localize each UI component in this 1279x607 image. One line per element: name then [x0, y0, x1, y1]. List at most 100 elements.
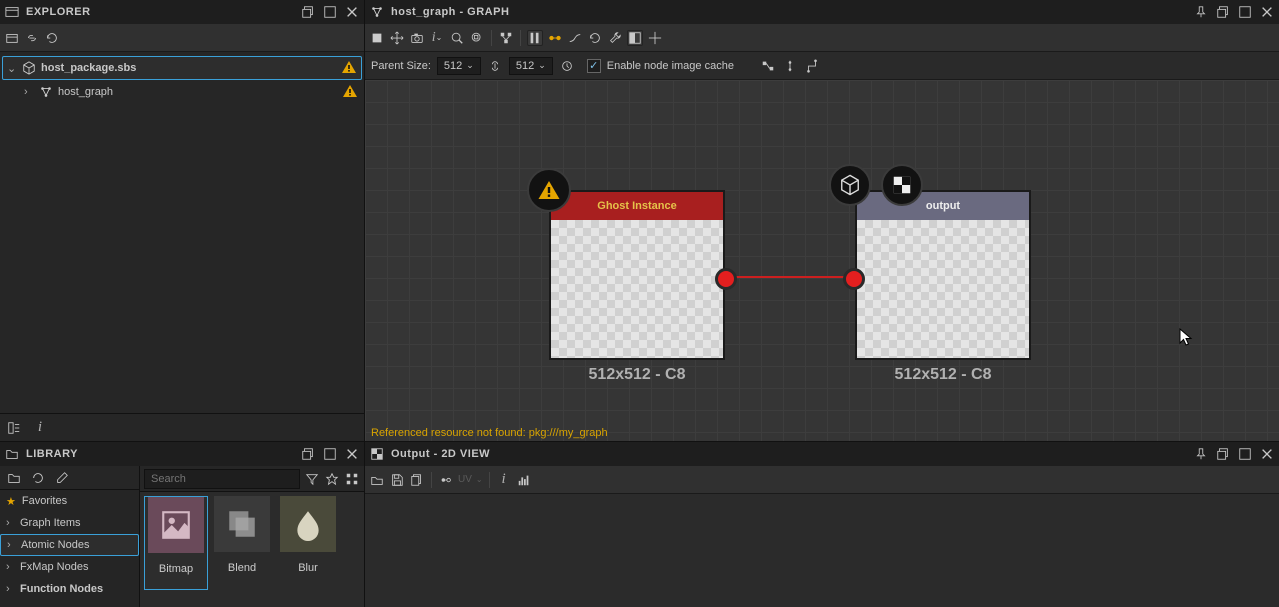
route-icon[interactable] [782, 58, 798, 74]
maximize-icon[interactable] [1237, 446, 1253, 462]
fav-filter-icon[interactable] [324, 471, 340, 487]
node-edge[interactable] [719, 276, 847, 278]
lib-edit-icon[interactable] [54, 470, 70, 486]
filter-icon[interactable] [304, 471, 320, 487]
refresh-icon[interactable] [44, 30, 60, 46]
pin-icon[interactable] [1193, 446, 1209, 462]
star-icon: ★ [6, 495, 16, 508]
parent-size-w-select[interactable]: 512⌄ [437, 57, 481, 75]
graph-icon [38, 84, 54, 100]
channel-icon[interactable] [438, 472, 454, 488]
package-icon [21, 60, 37, 76]
chevron-right-icon: › [6, 517, 14, 529]
close-icon[interactable] [1259, 446, 1275, 462]
crosshair-icon[interactable] [647, 30, 663, 46]
view2d-canvas[interactable] [365, 494, 1279, 607]
restore-icon[interactable] [300, 446, 316, 462]
view2d-icon [369, 446, 385, 462]
move-icon[interactable] [389, 30, 405, 46]
explorer-title: EXPLORER [26, 6, 294, 18]
link-icon[interactable] [24, 30, 40, 46]
close-icon[interactable] [344, 4, 360, 20]
folder-icon [4, 446, 20, 462]
lib-item-blend[interactable]: Blend [210, 496, 274, 590]
restore-icon[interactable] [1215, 446, 1231, 462]
link-sizes-icon[interactable] [487, 58, 503, 74]
chevron-right-icon: › [6, 561, 14, 573]
reset-size-icon[interactable] [559, 58, 575, 74]
lib-cat-function-nodes[interactable]: ›Function Nodes [0, 578, 139, 600]
restore-icon[interactable] [300, 4, 316, 20]
node-output[interactable]: output 512x512 - C8 [855, 190, 1031, 360]
close-icon[interactable] [1259, 4, 1275, 20]
tree-item-graph[interactable]: › host_graph [2, 80, 362, 104]
camera-icon[interactable] [409, 30, 425, 46]
copy-icon[interactable] [409, 472, 425, 488]
lib-refresh-icon[interactable] [30, 470, 46, 486]
tree-item-package[interactable]: ⌄ host_package.sbs [2, 56, 362, 80]
blend-icon [214, 496, 270, 552]
lib-folder-icon[interactable] [6, 470, 22, 486]
reload-icon[interactable] [587, 30, 603, 46]
pkg-icon[interactable] [4, 30, 20, 46]
save-icon[interactable] [389, 472, 405, 488]
zoom-icon[interactable] [449, 30, 465, 46]
fit-icon[interactable] [369, 30, 385, 46]
lib-item-bitmap[interactable]: Bitmap [144, 496, 208, 590]
restore-icon[interactable] [1215, 4, 1231, 20]
view-mode-icon[interactable] [344, 471, 360, 487]
input-port[interactable] [843, 268, 865, 290]
align-v-icon[interactable] [527, 30, 543, 46]
output-port[interactable] [715, 268, 737, 290]
output-badge [881, 164, 923, 206]
info-icon[interactable]: i [496, 472, 512, 488]
warning-icon [341, 59, 357, 78]
bitmap-icon [148, 497, 204, 553]
info-caret-icon[interactable]: i⌄ [429, 30, 445, 46]
close-icon[interactable] [344, 446, 360, 462]
parent-size-h-select[interactable]: 512⌄ [509, 57, 553, 75]
node-title: Ghost Instance [597, 200, 676, 212]
lib-item-label: Blend [228, 562, 256, 574]
comparison-icon[interactable] [627, 30, 643, 46]
lib-item-blur[interactable]: Blur [276, 496, 340, 590]
chevron-down-icon[interactable]: ⌄ [476, 475, 483, 484]
chevron-down-icon[interactable]: ⌄ [7, 62, 17, 75]
zoom-sel-icon[interactable] [469, 30, 485, 46]
graph-title: host_graph - GRAPH [391, 6, 1187, 18]
parent-size-label: Parent Size: [371, 60, 431, 72]
info-icon[interactable]: i [32, 420, 48, 436]
prop-icon[interactable] [6, 420, 22, 436]
graph-tab-icon [369, 4, 385, 20]
curve-icon[interactable] [567, 30, 583, 46]
graph-status: Referenced resource not found: pkg:///my… [371, 427, 608, 439]
lib-cat-favorites[interactable]: ★Favorites [0, 490, 139, 512]
enable-cache-checkbox[interactable]: ✓ Enable node image cache [587, 59, 734, 73]
pin-icon[interactable] [1193, 4, 1209, 20]
library-search-input[interactable] [144, 469, 300, 489]
tree-label: host_graph [58, 86, 113, 98]
histogram-icon[interactable] [516, 472, 532, 488]
lib-cat-graph-items[interactable]: ›Graph Items [0, 512, 139, 534]
chevron-right-icon[interactable]: › [24, 86, 34, 98]
explorer-icon [4, 4, 20, 20]
node-tree-icon[interactable] [498, 30, 514, 46]
align-nodes-icon[interactable] [760, 58, 776, 74]
maximize-icon[interactable] [1237, 4, 1253, 20]
chevron-right-icon: › [6, 583, 14, 595]
uv-label[interactable]: UV [458, 474, 472, 485]
maximize-icon[interactable] [322, 4, 338, 20]
open-icon[interactable] [369, 472, 385, 488]
maximize-icon[interactable] [322, 446, 338, 462]
library-title: LIBRARY [26, 448, 294, 460]
node-ghost-instance[interactable]: Ghost Instance 512x512 - C8 [549, 190, 725, 360]
package-badge [829, 164, 871, 206]
connect-icon[interactable] [547, 30, 563, 46]
lib-cat-fxmap-nodes[interactable]: ›FxMap Nodes [0, 556, 139, 578]
wrench-icon[interactable] [607, 30, 623, 46]
branch-icon[interactable] [804, 58, 820, 74]
lib-cat-atomic-nodes[interactable]: ›Atomic Nodes [0, 534, 139, 556]
graph-canvas[interactable]: Ghost Instance 512x512 - C8 output 512x5… [365, 80, 1279, 441]
lib-item-label: Blur [298, 562, 318, 574]
blur-icon [280, 496, 336, 552]
